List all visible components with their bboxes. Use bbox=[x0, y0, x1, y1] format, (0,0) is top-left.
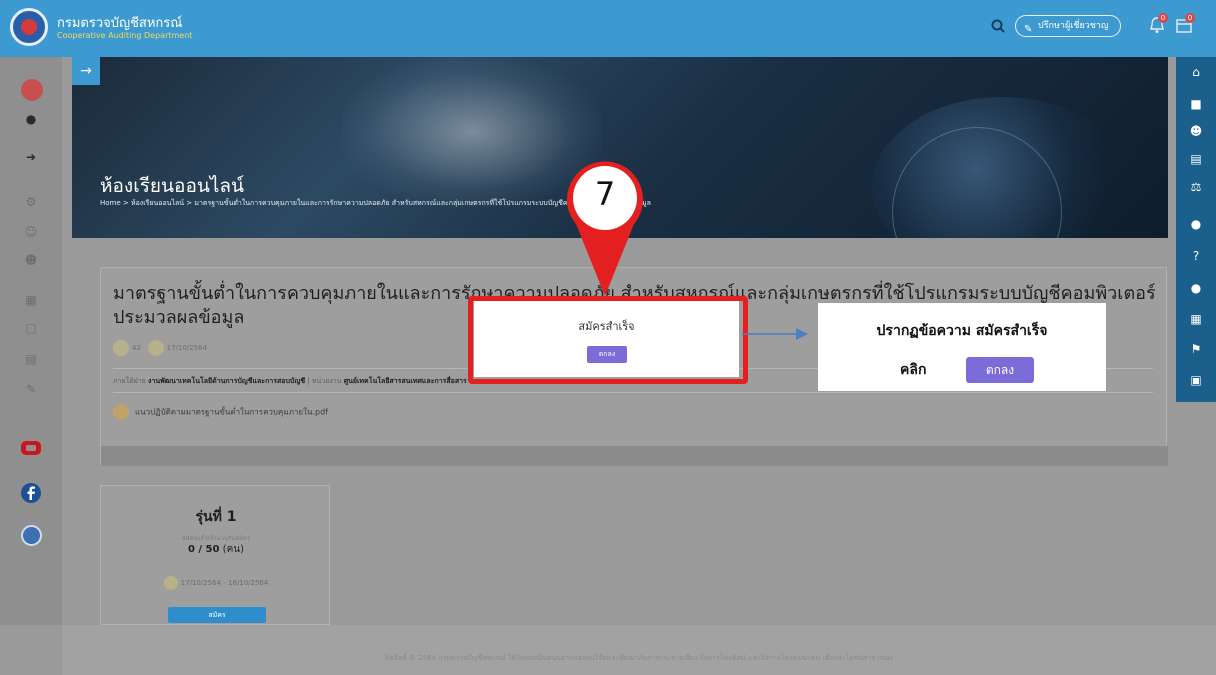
gallery-icon[interactable]: ▣ bbox=[1176, 373, 1216, 387]
callout-text: ปรากฏข้อความ สมัครสำเร็จ bbox=[876, 323, 1048, 339]
group-icon[interactable]: ☻ bbox=[0, 253, 62, 267]
logout-icon[interactable]: ➜ bbox=[0, 150, 62, 164]
question-icon[interactable]: ? bbox=[1176, 249, 1216, 263]
database-icon[interactable]: ▤ bbox=[1176, 152, 1216, 166]
dialog-ok-button[interactable]: ตกลง bbox=[587, 346, 627, 363]
round-date-range: 17/10/2564 - 18/10/2564 bbox=[180, 579, 269, 587]
round-title: รุ่นที่ 1 bbox=[195, 509, 237, 525]
right-quick-menu: ⌂ ■ ☻ ▤ ⚖ ● ? ● ▦ ⚑ ▣ bbox=[1176, 57, 1216, 402]
callout-arrow-icon bbox=[742, 328, 808, 340]
chat-icon[interactable]: ▢ bbox=[0, 321, 62, 335]
users-icon[interactable]: ☻ bbox=[1176, 124, 1216, 138]
page-footer: ลิขสิทธิ์ © 2564 กรมตรวจบัญชีสหกรณ์ ได้ร… bbox=[62, 625, 1216, 675]
consult-expert-button[interactable]: ✎ ปรึกษาผู้เชี่ยวชาญ bbox=[1015, 15, 1121, 37]
page-title: ห้องเรียนออนไลน์ bbox=[100, 175, 245, 197]
views-icon bbox=[113, 340, 129, 356]
profile-icon[interactable]: ☺ bbox=[0, 225, 62, 239]
card-footer-strip bbox=[101, 446, 1168, 466]
document-icon[interactable]: ▤ bbox=[0, 352, 62, 366]
expert-icon: ✎ bbox=[1024, 24, 1033, 35]
sitemap-icon[interactable]: ⚑ bbox=[1176, 342, 1216, 356]
calendar-menu-icon[interactable]: ▦ bbox=[1176, 312, 1216, 326]
date-icon bbox=[147, 340, 164, 356]
unit-name: ศูนย์เทคโนโลยีสารสนเทศและการสื่อสาร bbox=[343, 377, 467, 385]
success-dialog: สมัครสำเร็จ ตกลง bbox=[474, 301, 739, 377]
step-number: 7 bbox=[594, 175, 616, 213]
top-bar: กรมตรวจบัญชีสหกรณ์ Cooperative Auditing … bbox=[0, 0, 1216, 57]
breadcrumb[interactable]: Home > ห้องเรียนออนไลน์ > มาตรฐานขั้นต่ำ… bbox=[100, 198, 760, 209]
facebook-icon[interactable] bbox=[20, 482, 42, 504]
edit-icon[interactable]: ✎ bbox=[0, 382, 62, 396]
youtube-icon[interactable] bbox=[20, 437, 42, 459]
round-dates: 17/10/2564 - 18/10/2564 bbox=[101, 576, 331, 590]
settings-icon[interactable]: ⚙ bbox=[0, 195, 62, 209]
attachment-name: แนวปฏิบัติตามมาตรฐานขั้นต่ำในการควบคุมภา… bbox=[135, 407, 328, 417]
sidebar-toggle-arrow-icon[interactable]: → bbox=[72, 57, 100, 85]
video-icon[interactable]: ■ bbox=[1176, 97, 1216, 111]
brand-name-th: กรมตรวจบัญชีสหกรณ์ bbox=[57, 16, 183, 31]
enrolled-count: 0 / 50 bbox=[187, 544, 220, 555]
user-avatar[interactable] bbox=[21, 79, 43, 101]
department-logo[interactable] bbox=[10, 8, 48, 46]
dialog-title: สมัครสำเร็จ bbox=[578, 320, 635, 333]
calendar-date-icon bbox=[163, 576, 178, 590]
comments-icon[interactable]: ● bbox=[1176, 217, 1216, 231]
unit-label: หน่วยงาน bbox=[311, 377, 342, 385]
callout-click-text: คลิก bbox=[900, 362, 927, 378]
footer-copyright: ลิขสิทธิ์ © 2564 กรมตรวจบัญชีสหกรณ์ ได้ร… bbox=[384, 654, 894, 662]
calendar-side-icon[interactable]: ▦ bbox=[0, 293, 62, 307]
view-count: 42 bbox=[132, 344, 141, 352]
department-row: ภายใต้ฝ่าย งานพัฒนาเทคโนโลยีด้านการบัญชี… bbox=[113, 377, 467, 385]
government-logo-icon[interactable] bbox=[21, 525, 42, 546]
brand-name-en: Cooperative Auditing Department bbox=[57, 31, 193, 40]
notification-badge: 0 bbox=[1158, 13, 1168, 23]
calendar-badge: 0 bbox=[1185, 13, 1195, 23]
attachment-link[interactable]: แนวปฏิบัติตามมาตรฐานขั้นต่ำในการควบคุมภา… bbox=[113, 404, 328, 420]
course-date: 17/10/2564 bbox=[166, 344, 207, 352]
divider bbox=[113, 392, 1153, 393]
consult-expert-label: ปรึกษาผู้เชี่ยวชาญ bbox=[1038, 21, 1109, 31]
message-icon[interactable]: ● bbox=[1176, 281, 1216, 295]
file-icon bbox=[113, 404, 129, 420]
enrolled-unit: (คน) bbox=[222, 544, 244, 555]
balance-icon[interactable]: ⚖ bbox=[1176, 180, 1216, 194]
instruction-callout: ปรากฏข้อความ สมัครสำเร็จ คลิก ตกลง bbox=[818, 303, 1106, 391]
round-enrolled-count: 0 / 50 (คน) bbox=[101, 542, 331, 557]
division-name: งานพัฒนาเทคโนโลยีด้านการบัญชีและการสอบบั… bbox=[147, 377, 306, 385]
round-card: รุ่นที่ 1 สมัครแล้ว/จำนวนรับสมัคร 0 / 50… bbox=[100, 485, 330, 625]
apply-button[interactable]: สมัคร bbox=[168, 607, 266, 623]
course-meta: 42 17/10/2564 bbox=[113, 340, 207, 356]
home-icon[interactable]: ⌂ bbox=[1176, 65, 1216, 79]
search-icon[interactable] bbox=[990, 18, 1006, 34]
left-sidebar: ● ➜ ⚙ ☺ ☻ ▦ ▢ ▤ ✎ bbox=[0, 57, 62, 625]
user-icon[interactable]: ● bbox=[0, 112, 62, 126]
logo-emblem bbox=[21, 19, 37, 35]
callout-ok-button: ตกลง bbox=[966, 357, 1034, 383]
division-label: ภายใต้ฝ่าย bbox=[113, 377, 146, 385]
